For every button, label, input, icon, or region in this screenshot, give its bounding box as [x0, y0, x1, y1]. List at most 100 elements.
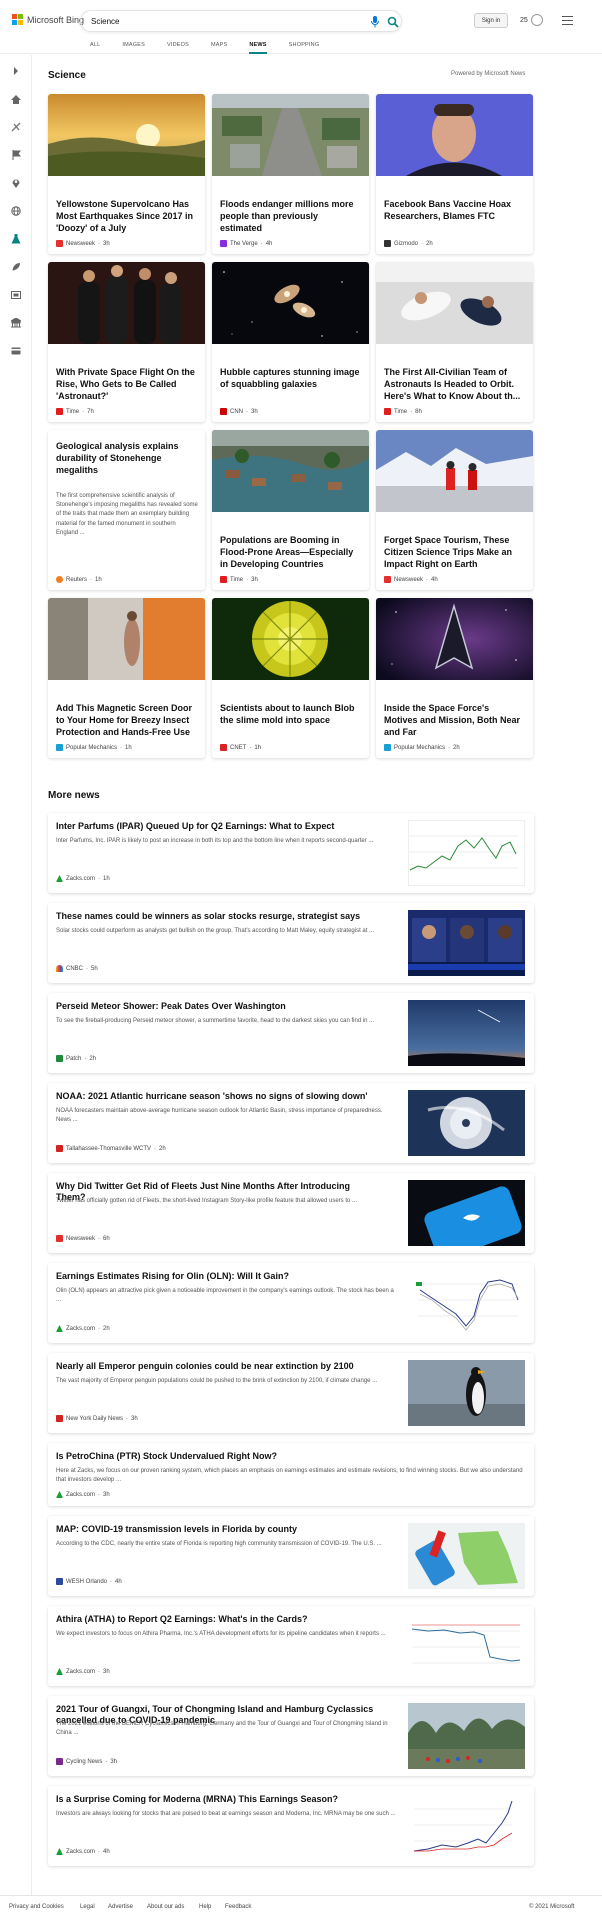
search-input[interactable]: [91, 14, 351, 29]
news-title[interactable]: Is PetroChina (PTR) Stock Undervalued Ri…: [56, 1451, 376, 1462]
news-row[interactable]: NOAA: 2021 Atlantic hurricane season 'sh…: [48, 1083, 534, 1163]
card-title[interactable]: Yellowstone Supervolcano Has Most Earthq…: [56, 198, 196, 234]
card-image: [376, 262, 533, 344]
news-card[interactable]: Forget Space Tourism, These Citizen Scie…: [376, 430, 533, 590]
bank-icon[interactable]: [10, 317, 22, 329]
card-title[interactable]: Populations are Booming in Flood-Prone A…: [220, 534, 360, 570]
microphone-icon[interactable]: [371, 15, 379, 33]
rewards-count: 25: [520, 16, 528, 24]
news-card[interactable]: Scientists about to launch Blob the slim…: [212, 598, 369, 758]
tab-shopping[interactable]: SHOPPING: [289, 42, 320, 54]
news-row[interactable]: Athira (ATHA) to Report Q2 Earnings: Wha…: [48, 1606, 534, 1686]
card-source: Time · 8h: [384, 408, 422, 415]
news-title[interactable]: Nearly all Emperor penguin colonies coul…: [56, 1361, 376, 1372]
footer-legal-link[interactable]: Legal: [80, 1904, 95, 1910]
publisher-logo-icon: [220, 408, 227, 415]
card-title[interactable]: Facebook Bans Vaccine Hoax Researchers, …: [384, 198, 524, 222]
news-card[interactable]: Facebook Bans Vaccine Hoax Researchers, …: [376, 94, 533, 254]
news-title[interactable]: Inter Parfums (IPAR) Queued Up for Q2 Ea…: [56, 821, 376, 832]
footer-advertise-link[interactable]: Advertise: [108, 1904, 133, 1910]
news-title[interactable]: Is a Surprise Coming for Moderna (MRNA) …: [56, 1794, 376, 1805]
news-card[interactable]: Yellowstone Supervolcano Has Most Earthq…: [48, 94, 205, 254]
menu-hamburger-icon[interactable]: [562, 16, 573, 28]
news-card[interactable]: The First All-Civilian Team of Astronaut…: [376, 262, 533, 422]
news-title[interactable]: NOAA: 2021 Atlantic hurricane season 'sh…: [56, 1091, 376, 1102]
footer-help-link[interactable]: Help: [199, 1904, 211, 1910]
card-title[interactable]: Inside the Space Force's Motives and Mis…: [384, 702, 524, 738]
news-card[interactable]: Hubble captures stunning image of squabb…: [212, 262, 369, 422]
news-row[interactable]: Inter Parfums (IPAR) Queued Up for Q2 Ea…: [48, 813, 534, 893]
news-row[interactable]: Is a Surprise Coming for Moderna (MRNA) …: [48, 1786, 534, 1866]
news-row[interactable]: Perseid Meteor Shower: Peak Dates Over W…: [48, 993, 534, 1073]
section-title: Science: [48, 70, 86, 81]
card-title[interactable]: Add This Magnetic Screen Door to Your Ho…: [56, 702, 196, 738]
tab-all[interactable]: ALL: [90, 42, 100, 54]
publisher-logo-icon: [220, 744, 227, 751]
news-row[interactable]: 2021 Tour of Guangxi, Tour of Chongming …: [48, 1696, 534, 1776]
card-age: 7h: [87, 408, 94, 415]
publisher-logo-icon: [56, 240, 63, 247]
news-card[interactable]: Geological analysis explains durability …: [48, 430, 205, 590]
card-title[interactable]: Geological analysis explains durability …: [56, 440, 196, 476]
card-title[interactable]: With Private Space Flight On the Rise, W…: [56, 366, 196, 402]
card-source: Time · 3h: [220, 576, 258, 583]
news-title[interactable]: MAP: COVID-19 transmission levels in Flo…: [56, 1524, 376, 1535]
wallet-icon[interactable]: [10, 345, 22, 357]
tv-icon[interactable]: [10, 289, 22, 301]
sign-in-button[interactable]: Sign in: [474, 13, 508, 28]
news-row[interactable]: These names could be winners as solar st…: [48, 903, 534, 983]
card-title[interactable]: Scientists about to launch Blob the slim…: [220, 702, 360, 726]
bing-logo[interactable]: Microsoft Bing: [12, 14, 84, 25]
news-card[interactable]: Floods endanger millions more people tha…: [212, 94, 369, 254]
news-card[interactable]: Inside the Space Force's Motives and Mis…: [376, 598, 533, 758]
source-name: WESH Orlando: [66, 1578, 108, 1585]
card-image: [212, 430, 369, 512]
news-title[interactable]: These names could be winners as solar st…: [56, 911, 376, 922]
news-row[interactable]: Why Did Twitter Get Rid of Fleets Just N…: [48, 1173, 534, 1253]
tab-maps[interactable]: MAPS: [211, 42, 227, 54]
card-title[interactable]: Forget Space Tourism, These Citizen Scie…: [384, 534, 524, 570]
news-title[interactable]: Perseid Meteor Shower: Peak Dates Over W…: [56, 1001, 376, 1012]
home-icon[interactable]: [10, 93, 22, 105]
news-row[interactable]: MAP: COVID-19 transmission levels in Flo…: [48, 1516, 534, 1596]
news-row[interactable]: Is PetroChina (PTR) Stock Undervalued Ri…: [48, 1443, 534, 1506]
location-pin-icon[interactable]: [10, 177, 22, 189]
news-row[interactable]: Nearly all Emperor penguin colonies coul…: [48, 1353, 534, 1433]
source-name: Tallahassee-Thomasville WCTV: [66, 1145, 152, 1152]
tab-news[interactable]: NEWS: [249, 42, 267, 54]
source-name: Zacks.com: [66, 1491, 96, 1498]
news-title[interactable]: Earnings Estimates Rising for Olin (OLN)…: [56, 1271, 376, 1282]
news-row[interactable]: Earnings Estimates Rising for Olin (OLN)…: [48, 1263, 534, 1343]
flag-icon[interactable]: [10, 149, 22, 161]
news-title[interactable]: Athira (ATHA) to Report Q2 Earnings: Wha…: [56, 1614, 376, 1625]
card-title[interactable]: Floods endanger millions more people tha…: [220, 198, 360, 234]
footer-feedback-link[interactable]: Feedback: [225, 1904, 251, 1910]
tab-videos[interactable]: VIDEOS: [167, 42, 189, 54]
footer-privacy-link[interactable]: Privacy and Cookies: [9, 1904, 64, 1910]
source-name: Popular Mechanics: [66, 744, 118, 751]
rewards-button[interactable]: 25: [520, 14, 543, 26]
news-age: 4h: [103, 1848, 110, 1855]
news-card[interactable]: Add This Magnetic Screen Door to Your Ho…: [48, 598, 205, 758]
rocket-icon[interactable]: [10, 261, 22, 273]
card-image: [48, 94, 205, 176]
tools-icon[interactable]: [10, 121, 22, 133]
card-age: 1h: [95, 576, 102, 583]
science-flask-icon[interactable]: [10, 233, 22, 245]
logo-text: Microsoft Bing: [27, 14, 85, 25]
card-age: 4h: [265, 240, 273, 247]
tab-images[interactable]: IMAGES: [122, 42, 145, 54]
news-snippet: According to the CDC, nearly the entire …: [56, 1541, 382, 1547]
news-snippet: To see the fireball-producing Perseid me…: [56, 1018, 375, 1024]
news-card[interactable]: With Private Space Flight On the Rise, W…: [48, 262, 205, 422]
card-title[interactable]: Hubble captures stunning image of squabb…: [220, 366, 360, 390]
globe-icon[interactable]: [10, 205, 22, 217]
footer-about-ads-link[interactable]: About our ads: [147, 1904, 184, 1910]
search-box[interactable]: [80, 10, 402, 32]
search-icon[interactable]: [387, 15, 399, 33]
expand-chevron-icon[interactable]: [10, 65, 22, 77]
news-card[interactable]: Populations are Booming in Flood-Prone A…: [212, 430, 369, 590]
card-image: [48, 262, 205, 344]
source-name: Popular Mechanics: [394, 744, 446, 751]
card-title[interactable]: The First All-Civilian Team of Astronaut…: [384, 366, 524, 402]
